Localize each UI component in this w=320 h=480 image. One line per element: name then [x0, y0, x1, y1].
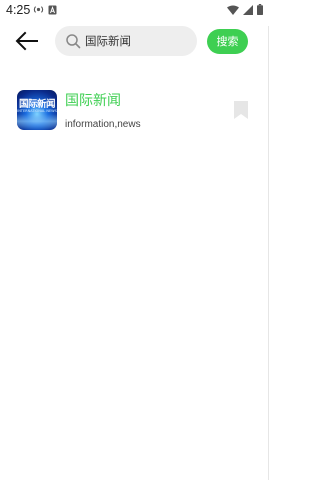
back-button[interactable]	[14, 28, 40, 54]
bookmark-icon	[234, 101, 248, 119]
app-icon-title: 国际新闻	[18, 99, 56, 110]
cellular-icon	[243, 4, 253, 18]
app-icon-image: 国际新闻 INTERNATIONAL NEWS	[17, 90, 57, 130]
status-bar: 4:25	[0, 0, 269, 22]
app-icon-subtitle: INTERNATIONAL NEWS	[17, 109, 57, 113]
battery-icon	[257, 4, 263, 18]
search-input[interactable]: 国际新闻	[55, 26, 197, 56]
result-tags: information,news	[65, 119, 141, 130]
search-query-text: 国际新闻	[85, 34, 131, 48]
search-button[interactable]: 搜索	[207, 29, 248, 54]
radio-signal-icon	[33, 4, 44, 18]
arrow-left-icon	[15, 31, 38, 51]
icon-glow	[17, 114, 57, 130]
wifi-icon	[227, 4, 239, 18]
status-time: 4:25	[6, 3, 31, 17]
notification-a-icon	[48, 4, 57, 18]
status-icons-right	[227, 4, 263, 18]
status-icons-left	[33, 4, 57, 18]
bookmark-button[interactable]	[233, 100, 249, 120]
result-title[interactable]: 国际新闻	[65, 90, 121, 110]
divider	[268, 26, 269, 480]
search-icon	[66, 34, 81, 49]
result-list-item[interactable]: 国际新闻 INTERNATIONAL NEWS 国际新闻 information…	[0, 84, 269, 140]
search-bar-row: 国际新闻 搜索	[0, 26, 269, 56]
